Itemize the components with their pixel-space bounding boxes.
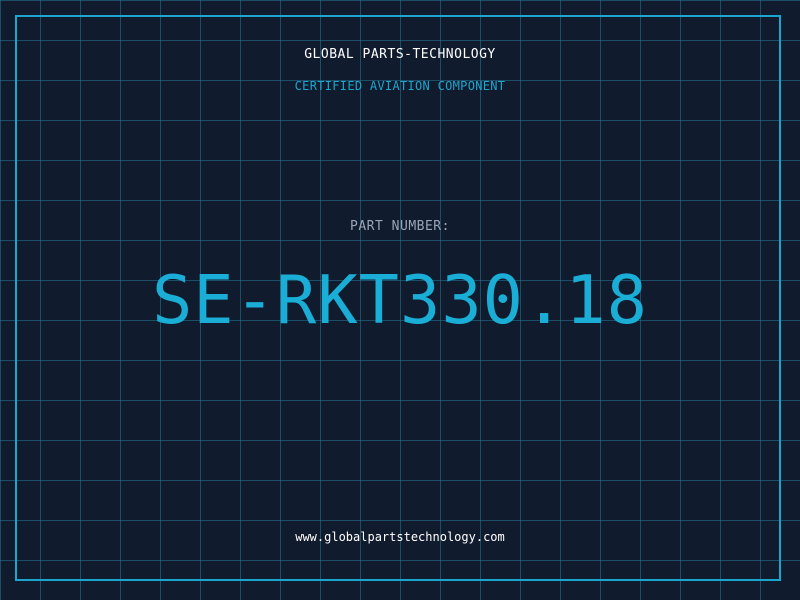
company-name: GLOBAL PARTS-TECHNOLOGY (304, 47, 496, 62)
label-canvas: GLOBAL PARTS-TECHNOLOGY CERTIFIED AVIATI… (0, 0, 800, 600)
part-number-label: PART NUMBER: (350, 219, 450, 234)
part-number-value: SE-RKT330.18 (151, 261, 649, 339)
website-url: www.globalpartstechnology.com (295, 530, 505, 544)
tagline: CERTIFIED AVIATION COMPONENT (294, 79, 506, 93)
